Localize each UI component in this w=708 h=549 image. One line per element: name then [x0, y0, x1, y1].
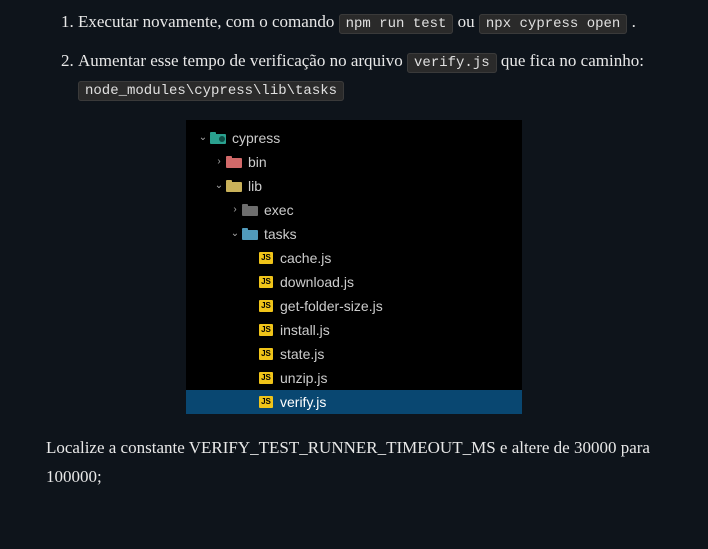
- text: Executar novamente, com o comando: [78, 12, 339, 31]
- tree-row-lib[interactable]: ⌄ lib: [186, 174, 522, 198]
- list-item-1: Executar novamente, com o comando npm ru…: [78, 8, 668, 35]
- text: .: [632, 12, 636, 31]
- tree-label: unzip.js: [280, 367, 327, 389]
- tree-label: download.js: [280, 271, 354, 293]
- text: ou: [458, 12, 479, 31]
- tree-label: state.js: [280, 343, 324, 365]
- tree-label: cypress: [232, 127, 280, 149]
- tree-label: get-folder-size.js: [280, 295, 383, 317]
- tree-row-file[interactable]: · JS cache.js: [186, 246, 522, 270]
- code-verify-js: verify.js: [407, 53, 497, 73]
- tree-row-file-selected[interactable]: · JS verify.js: [186, 390, 522, 414]
- tree-label: exec: [264, 199, 294, 221]
- js-file-icon: JS: [258, 250, 274, 266]
- tree-row-cypress[interactable]: ⌄ cypress: [186, 126, 522, 150]
- folder-icon: [226, 154, 242, 170]
- chevron-right-icon: ›: [212, 154, 226, 170]
- file-tree-container: ⌄ cypress › bin ⌄ lib ›: [40, 120, 668, 414]
- tree-label: bin: [248, 151, 267, 173]
- chevron-down-icon: ⌄: [212, 178, 226, 194]
- tree-row-bin[interactable]: › bin: [186, 150, 522, 174]
- file-tree: ⌄ cypress › bin ⌄ lib ›: [186, 120, 522, 414]
- chevron-down-icon: ⌄: [228, 226, 242, 242]
- code-npm-run-test: npm run test: [339, 14, 454, 34]
- chevron-right-icon: ›: [228, 202, 242, 218]
- list-item-2: Aumentar esse tempo de verificação no ar…: [78, 47, 668, 102]
- instruction-list: Executar novamente, com o comando npm ru…: [40, 8, 668, 102]
- folder-icon: [242, 202, 258, 218]
- js-file-icon: JS: [258, 394, 274, 410]
- tree-label: tasks: [264, 223, 297, 245]
- folder-icon: [210, 130, 226, 146]
- tree-label: cache.js: [280, 247, 331, 269]
- text: que fica no caminho:: [501, 51, 644, 70]
- tree-label: verify.js: [280, 391, 326, 413]
- chevron-down-icon: ⌄: [196, 130, 210, 146]
- tree-label: install.js: [280, 319, 330, 341]
- text: Aumentar esse tempo de verificação no ar…: [78, 51, 407, 70]
- tree-label: lib: [248, 175, 262, 197]
- tree-row-tasks[interactable]: ⌄ tasks: [186, 222, 522, 246]
- code-path: node_modules\cypress\lib\tasks: [78, 81, 344, 101]
- folder-icon: [242, 226, 258, 242]
- js-file-icon: JS: [258, 346, 274, 362]
- js-file-icon: JS: [258, 298, 274, 314]
- instruction-text: Localize a constante VERIFY_TEST_RUNNER_…: [46, 434, 668, 492]
- js-file-icon: JS: [258, 370, 274, 386]
- tree-row-exec[interactable]: › exec: [186, 198, 522, 222]
- tree-row-file[interactable]: · JS unzip.js: [186, 366, 522, 390]
- tree-row-file[interactable]: · JS get-folder-size.js: [186, 294, 522, 318]
- folder-icon: [226, 178, 242, 194]
- code-npx-cypress-open: npx cypress open: [479, 14, 627, 34]
- js-file-icon: JS: [258, 274, 274, 290]
- js-file-icon: JS: [258, 322, 274, 338]
- tree-row-file[interactable]: · JS install.js: [186, 318, 522, 342]
- tree-row-file[interactable]: · JS state.js: [186, 342, 522, 366]
- tree-row-file[interactable]: · JS download.js: [186, 270, 522, 294]
